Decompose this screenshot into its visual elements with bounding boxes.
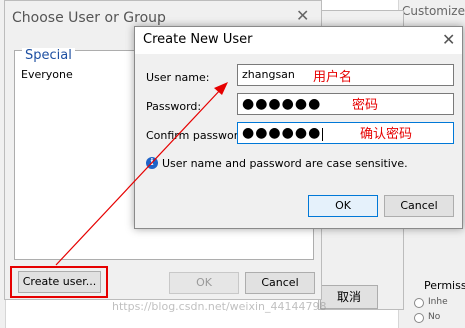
customize-window-title: Customize [402,4,465,18]
info-message: User name and password are case sensitiv… [162,157,408,170]
inherit-radio-label: Inhe [428,297,448,307]
choose-dialog-title: Choose User or Group [12,10,166,26]
confirm-password-input[interactable]: ●●●●●● [237,122,454,144]
choose-ok-button[interactable]: OK [169,272,239,294]
password-input[interactable]: ●●●●●● [237,93,454,115]
no-radio[interactable] [414,313,424,323]
close-icon[interactable]: ✕ [296,6,309,25]
permissions-label: Permissio [424,279,465,292]
info-icon: i [146,157,158,169]
watermark: https://blog.csdn.net/weixin_44144798 [112,300,327,313]
create-ok-button[interactable]: OK [308,195,378,217]
username-annotation: 用户名 [313,70,353,85]
create-dialog-title: Create New User [143,32,253,47]
create-user-highlight-box [10,266,108,298]
special-group-legend: Special [22,48,75,63]
password-annotation: 密码 [352,98,379,113]
list-item-everyone[interactable]: Everyone [21,68,73,81]
inherit-radio[interactable] [414,298,424,308]
choose-cancel-button[interactable]: Cancel [245,272,315,294]
password-label: Password: [146,100,202,113]
username-label: User name: [146,71,210,84]
confirm-password-annotation: 确认密码 [360,127,413,142]
username-value: zhangsan [242,68,295,81]
chinese-cancel-button[interactable]: 取消 [320,285,378,309]
close-icon[interactable]: ✕ [442,30,455,49]
confirm-password-value: ●●●●●● [242,125,322,141]
confirm-password-label: Confirm password: [146,129,249,142]
text-caret [322,127,324,141]
password-value: ●●●●●● [242,96,322,112]
no-radio-label: No [428,312,441,322]
create-cancel-button[interactable]: Cancel [384,195,454,217]
